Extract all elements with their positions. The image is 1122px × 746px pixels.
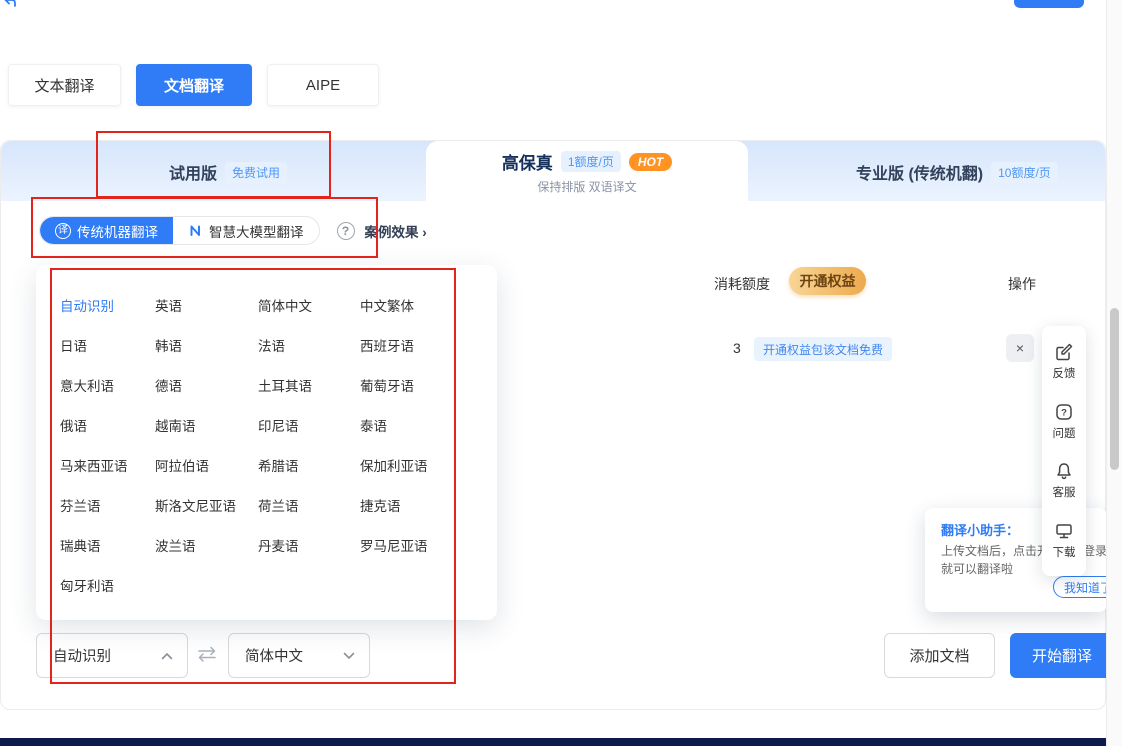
case-examples-link[interactable]: 案例效果 › <box>365 221 427 241</box>
support-label: 客服 <box>1053 484 1076 500</box>
llm-icon <box>188 223 203 238</box>
tab-text-translate[interactable]: 文本翻译 <box>8 64 121 106</box>
actions-column-header: 操作 <box>1008 274 1036 294</box>
language-option[interactable]: 阿拉伯语 <box>155 455 258 475</box>
doc-free-badge: 开通权益包该文档免费 <box>754 337 892 361</box>
start-translate-button[interactable]: 开始翻译 <box>1010 633 1114 678</box>
language-option[interactable]: 泰语 <box>360 415 497 435</box>
support-item[interactable]: 客服 <box>1053 461 1076 500</box>
hifi-subtitle: 保持排版 双语译文 <box>537 178 636 195</box>
monitor-icon <box>1054 521 1074 541</box>
language-option[interactable]: 自动识别 <box>60 295 155 315</box>
top-right-button[interactable] <box>1014 0 1084 8</box>
edit-icon <box>1054 342 1074 362</box>
language-option[interactable]: 越南语 <box>155 415 258 435</box>
tab-doc-translate[interactable]: 文档翻译 <box>136 64 252 106</box>
mode-traditional-label: 传统机器翻译 <box>77 221 158 241</box>
mode-toggle-group: 译 传统机器翻译 智慧大模型翻译 <box>39 216 320 245</box>
plan-tab-band: 试用版 免费试用 高保真 1额度/页 HOT 保持排版 双语译文 专业版 (传统… <box>1 141 1105 201</box>
plan-tab-hifi[interactable]: 高保真 1额度/页 HOT 保持排版 双语译文 <box>426 149 748 195</box>
language-option[interactable]: 西班牙语 <box>360 335 497 355</box>
language-option[interactable]: 意大利语 <box>60 375 155 395</box>
language-option[interactable]: 印尼语 <box>258 415 360 435</box>
credits-column-header: 消耗额度 <box>714 274 770 294</box>
plan-tab-trial[interactable]: 试用版 免费试用 <box>169 160 287 184</box>
svg-text:?: ? <box>1061 407 1067 418</box>
mode-row: 译 传统机器翻译 智慧大模型翻译 ? 案例效果 › <box>39 216 427 245</box>
side-toolbar: 反馈 ? 问题 客服 下载 <box>1042 326 1086 576</box>
language-option[interactable]: 芬兰语 <box>60 495 155 515</box>
translate-circle-icon: 译 <box>55 223 71 239</box>
chevron-up-icon <box>161 652 173 660</box>
download-item[interactable]: 下载 <box>1053 521 1076 560</box>
mode-llm-label: 智慧大模型翻译 <box>209 221 304 241</box>
feedback-label: 反馈 <box>1053 365 1076 381</box>
footer-strip <box>0 738 1106 746</box>
language-option[interactable]: 简体中文 <box>258 295 360 315</box>
tooltip-line2: 就可以翻译啦 <box>941 560 1013 577</box>
scrollbar-thumb[interactable] <box>1110 308 1119 470</box>
language-option[interactable]: 英语 <box>155 295 258 315</box>
trial-name: 试用版 <box>169 160 217 184</box>
feedback-item[interactable]: 反馈 <box>1053 342 1076 381</box>
source-language-value: 自动识别 <box>53 645 161 666</box>
language-option[interactable]: 葡萄牙语 <box>360 375 497 395</box>
question-icon: ? <box>1054 402 1074 422</box>
tooltip-login-text: 登录 <box>1083 542 1107 559</box>
language-option[interactable]: 捷克语 <box>360 495 497 515</box>
doc-row-credits: 3 <box>733 340 741 356</box>
language-option[interactable]: 希腊语 <box>258 455 360 475</box>
trial-free-badge: 免费试用 <box>225 162 287 183</box>
language-grid: 自动识别 英语 简体中文 中文繁体 日语 韩语 法语 西班牙语 意大利语 德语 … <box>36 265 497 605</box>
hifi-name: 高保真 <box>502 149 553 174</box>
tab-aipe[interactable]: AIPE <box>267 64 379 106</box>
target-language-select[interactable]: 简体中文 <box>228 633 370 678</box>
language-option[interactable]: 法语 <box>258 335 360 355</box>
language-option[interactable]: 斯洛文尼亚语 <box>155 495 258 515</box>
target-language-value: 简体中文 <box>245 645 343 666</box>
tooltip-line1: 上传文档后，点击开 <box>941 542 1049 559</box>
tooltip-title: 翻译小助手： <box>941 520 1019 539</box>
hifi-price-badge: 1额度/页 <box>561 151 621 172</box>
mode-llm[interactable]: 智慧大模型翻译 <box>173 217 319 244</box>
back-arrow-icon[interactable] <box>2 0 18 10</box>
hifi-title-row: 高保真 1额度/页 HOT <box>502 149 672 174</box>
language-option[interactable]: 日语 <box>60 335 155 355</box>
language-option[interactable]: 荷兰语 <box>258 495 360 515</box>
mode-traditional[interactable]: 译 传统机器翻译 <box>40 217 173 244</box>
language-option[interactable]: 韩语 <box>155 335 258 355</box>
document-translate-page: 文本翻译 文档翻译 AIPE 试用版 免费试用 高保真 1额度/页 HOT 保持… <box>0 0 1122 746</box>
pro-price-badge: 10额度/页 <box>991 162 1058 183</box>
swap-languages-icon[interactable] <box>196 645 218 663</box>
language-option[interactable]: 德语 <box>155 375 258 395</box>
language-option[interactable]: 瑞典语 <box>60 535 155 555</box>
hot-badge: HOT <box>629 153 672 171</box>
bell-icon <box>1054 461 1074 481</box>
download-label: 下载 <box>1053 544 1076 560</box>
question-item[interactable]: ? 问题 <box>1053 402 1076 441</box>
language-option[interactable]: 罗马尼亚语 <box>360 535 497 555</box>
language-option[interactable]: 马来西亚语 <box>60 455 155 475</box>
vertical-scrollbar[interactable] <box>1106 0 1122 746</box>
language-option[interactable]: 俄语 <box>60 415 155 435</box>
plan-tab-pro[interactable]: 专业版 (传统机翻) 10额度/页 <box>856 160 1058 184</box>
language-option[interactable]: 保加利亚语 <box>360 455 497 475</box>
open-benefits-button[interactable]: 开通权益 <box>789 267 866 295</box>
language-option[interactable]: 土耳其语 <box>258 375 360 395</box>
add-document-button[interactable]: 添加文档 <box>884 633 995 678</box>
language-option[interactable]: 丹麦语 <box>258 535 360 555</box>
help-icon[interactable]: ? <box>337 222 355 240</box>
language-option[interactable]: 匈牙利语 <box>60 575 155 595</box>
language-dropdown-panel: 自动识别 英语 简体中文 中文繁体 日语 韩语 法语 西班牙语 意大利语 德语 … <box>36 265 497 620</box>
question-label: 问题 <box>1053 425 1076 441</box>
pro-name: 专业版 (传统机翻) <box>856 160 983 184</box>
translate-nav-tabs: 文本翻译 文档翻译 AIPE <box>8 64 379 106</box>
remove-doc-button[interactable]: × <box>1006 334 1034 362</box>
language-option[interactable]: 中文繁体 <box>360 295 497 315</box>
chevron-down-icon <box>343 652 355 660</box>
language-option[interactable]: 波兰语 <box>155 535 258 555</box>
source-language-select[interactable]: 自动识别 <box>36 633 188 678</box>
